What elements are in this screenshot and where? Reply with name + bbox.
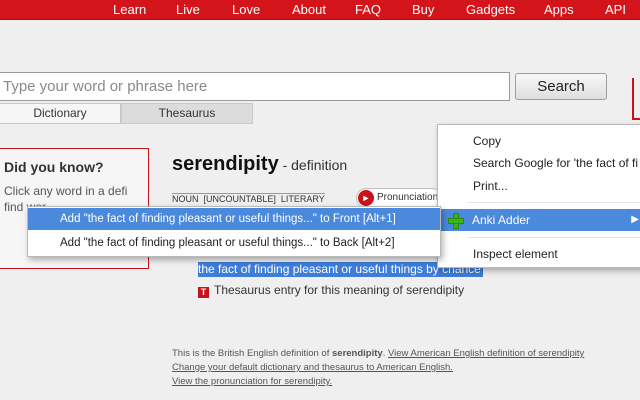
american-definition-link[interactable]: View American English definition of sere… <box>388 348 584 359</box>
nav-about[interactable]: About <box>292 1 326 19</box>
menu-item-anki-adder[interactable]: Anki Adder ▶ <box>437 209 640 231</box>
plus-icon <box>448 213 464 229</box>
search-box <box>0 72 510 101</box>
menu-item-search-google[interactable]: Search Google for 'the fact of fi <box>438 152 640 174</box>
definition-suffix: - definition <box>278 157 348 173</box>
thesaurus-entry[interactable]: T Thesaurus entry for this meaning of ser… <box>198 283 464 298</box>
menu-separator <box>468 237 640 238</box>
menu-item-copy[interactable]: Copy <box>438 130 640 152</box>
nav-buy[interactable]: Buy <box>412 1 434 19</box>
did-you-know-title: Did you know? <box>4 159 104 175</box>
page-title: serendipity - definition <box>172 153 347 176</box>
nav-learn[interactable]: Learn <box>113 1 146 19</box>
menu-item-inspect[interactable]: Inspect element <box>438 243 640 265</box>
anki-adder-label: Anki Adder <box>472 213 531 227</box>
speaker-icon: ► <box>358 190 374 206</box>
change-dictionary-link[interactable]: Change your default dictionary and thesa… <box>172 362 453 373</box>
nav-faq[interactable]: FAQ <box>355 1 381 19</box>
submenu-arrow-icon: ▶ <box>631 214 639 225</box>
nav-apps[interactable]: Apps <box>544 1 574 19</box>
pronunciation-button[interactable]: ► Pronunciation <box>356 188 442 208</box>
footer-text: This is the British English definition o… <box>172 348 332 359</box>
menu-item-print[interactable]: Print... <box>438 175 640 197</box>
footer-line-3: View the pronunciation for serendipity. <box>172 376 332 387</box>
footer-line-2: Change your default dictionary and thesa… <box>172 362 453 373</box>
menu-separator <box>468 202 640 203</box>
submenu-add-front[interactable]: Add "the fact of finding pleasant or use… <box>28 208 440 230</box>
search-input[interactable] <box>0 73 509 100</box>
thesaurus-icon: T <box>198 287 209 298</box>
submenu-add-back[interactable]: Add "the fact of finding pleasant or use… <box>28 232 440 254</box>
tab-thesaurus[interactable]: Thesaurus <box>121 103 253 124</box>
footer-line-1: This is the British English definition o… <box>172 348 584 359</box>
context-menu: Copy Search Google for 'the fact of fi P… <box>437 124 640 268</box>
thesaurus-link[interactable]: Thesaurus entry for this meaning of sere… <box>214 283 464 297</box>
nav-live[interactable]: Live <box>176 1 200 19</box>
nav-love[interactable]: Love <box>232 1 260 19</box>
search-button[interactable]: Search <box>515 73 607 100</box>
decorative-bracket <box>632 78 640 120</box>
pronunciation-label: Pronunciation <box>377 192 439 203</box>
anki-submenu: Add "the fact of finding pleasant or use… <box>27 206 441 257</box>
pronunciation-link[interactable]: View the pronunciation for serendipity. <box>172 376 332 387</box>
tab-dictionary[interactable]: Dictionary <box>0 103 121 124</box>
tab-divider <box>0 123 253 124</box>
top-nav: Learn Live Love About FAQ Buy Gadgets Ap… <box>0 0 640 20</box>
nav-api[interactable]: API <box>605 1 626 19</box>
nav-gadgets[interactable]: Gadgets <box>466 1 515 19</box>
headword: serendipity <box>172 153 279 175</box>
grammar-labels: NOUN [UNCOUNTABLE] LITERARY <box>172 193 325 204</box>
footer-headword: serendipity <box>332 348 383 359</box>
